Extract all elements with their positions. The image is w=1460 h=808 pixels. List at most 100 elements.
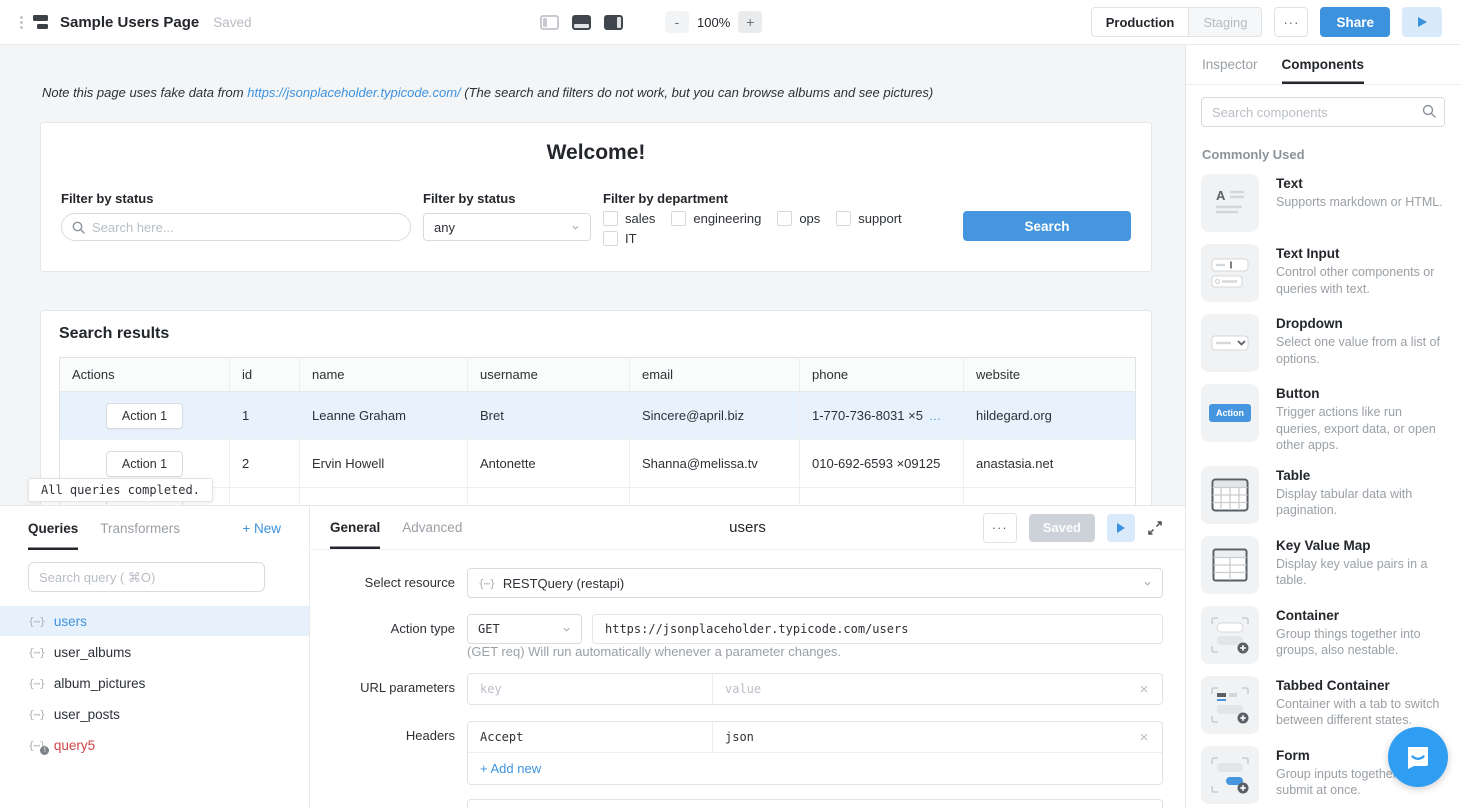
env-staging[interactable]: Staging bbox=[1189, 8, 1261, 36]
query-status-toast: All queries completed. bbox=[28, 478, 213, 502]
cell-email: Shanna@melissa.tv bbox=[630, 440, 800, 488]
tab-advanced[interactable]: Advanced bbox=[402, 506, 462, 549]
tab-queries[interactable]: Queries bbox=[28, 506, 78, 550]
table-row[interactable]: Action 1 1 Leanne Graham Bret Sincere@ap… bbox=[60, 392, 1136, 440]
query-item-query5[interactable]: {⋯}!query5 bbox=[0, 730, 309, 760]
component-text-input[interactable]: Text InputControl other components or qu… bbox=[1201, 244, 1446, 302]
env-production[interactable]: Production bbox=[1092, 8, 1190, 36]
row-action-button[interactable]: Action 1 bbox=[106, 451, 183, 477]
status-search-input[interactable] bbox=[92, 220, 400, 235]
query-item-user-albums[interactable]: {⋯}user_albums bbox=[0, 637, 309, 667]
checkbox-support[interactable]: support bbox=[836, 211, 901, 226]
add-new-header-button[interactable]: + Add new bbox=[480, 761, 541, 776]
components-search-input[interactable] bbox=[1201, 97, 1445, 127]
component-table[interactable]: TableDisplay tabular data with paginatio… bbox=[1201, 466, 1446, 524]
tab-inspector[interactable]: Inspector bbox=[1202, 45, 1258, 84]
query-more-button[interactable]: ··· bbox=[983, 513, 1017, 543]
form-component-icon bbox=[1201, 746, 1259, 804]
expand-icon[interactable] bbox=[1147, 520, 1163, 536]
search-button[interactable]: Search bbox=[963, 211, 1131, 241]
checkbox-ops[interactable]: ops bbox=[777, 211, 820, 226]
checkbox-icon[interactable] bbox=[671, 211, 686, 226]
chat-launcher-button[interactable] bbox=[1388, 727, 1448, 787]
remove-row-icon[interactable]: × bbox=[1126, 722, 1162, 752]
component-dropdown[interactable]: DropdownSelect one value from a list of … bbox=[1201, 314, 1446, 372]
svg-text:A: A bbox=[1216, 188, 1226, 203]
url-input[interactable] bbox=[592, 614, 1163, 644]
checkbox-it[interactable]: IT bbox=[603, 231, 637, 246]
right-sidebar: Inspector Components Commonly Used A Tex… bbox=[1185, 45, 1460, 808]
param-value-input[interactable] bbox=[713, 674, 1126, 704]
url-parameters-label: URL parameters bbox=[330, 673, 455, 695]
header-key-input[interactable] bbox=[468, 722, 712, 752]
tab-components[interactable]: Components bbox=[1282, 45, 1365, 84]
resource-dropdown[interactable]: {⋯} RESTQuery (restapi) bbox=[467, 568, 1163, 598]
select-resource-label: Select resource bbox=[330, 568, 455, 590]
col-id[interactable]: id bbox=[230, 358, 300, 392]
col-name[interactable]: name bbox=[300, 358, 468, 392]
checkbox-icon[interactable] bbox=[836, 211, 851, 226]
error-badge: ! bbox=[40, 746, 49, 755]
queries-panel: Queries Transformers + New {⋯}users {⋯}u… bbox=[0, 506, 310, 808]
cell-name: Leanne Graham bbox=[300, 392, 468, 440]
toggle-right-panel-icon[interactable] bbox=[604, 15, 623, 30]
drag-handle-icon[interactable] bbox=[20, 16, 23, 29]
cell-website: hildegard.org bbox=[964, 392, 1136, 440]
cell-website: anastasia.net bbox=[964, 440, 1136, 488]
preview-run-button[interactable] bbox=[1402, 7, 1442, 37]
param-key-input[interactable] bbox=[468, 674, 712, 704]
query-saved-button: Saved bbox=[1029, 514, 1095, 542]
tab-transformers[interactable]: Transformers bbox=[100, 506, 180, 550]
cell-overflow-ellipsis[interactable]: … bbox=[929, 409, 941, 423]
toggle-bottom-panel-icon[interactable] bbox=[572, 15, 591, 30]
col-actions[interactable]: Actions bbox=[60, 358, 230, 392]
query-search-input[interactable] bbox=[28, 562, 265, 592]
search-icon bbox=[1422, 104, 1436, 118]
save-status: Saved bbox=[213, 15, 251, 30]
query-editor: General Advanced users ··· Saved Select … bbox=[310, 506, 1185, 808]
remove-row-icon[interactable]: × bbox=[1126, 674, 1162, 704]
checkbox-engineering[interactable]: engineering bbox=[671, 211, 761, 226]
checkbox-icon[interactable] bbox=[603, 231, 618, 246]
note-link[interactable]: https://jsonplaceholder.typicode.com/ bbox=[247, 85, 460, 100]
status-dropdown[interactable]: any bbox=[423, 213, 591, 241]
app-title: Sample Users Page bbox=[60, 14, 199, 31]
cell-email: Sincere@april.biz bbox=[630, 392, 800, 440]
share-button[interactable]: Share bbox=[1320, 7, 1390, 37]
action-type-label: Action type bbox=[330, 614, 455, 636]
zoom-out-button[interactable]: - bbox=[665, 11, 689, 33]
checkbox-icon[interactable] bbox=[777, 211, 792, 226]
pages-icon[interactable] bbox=[33, 15, 50, 29]
component-container[interactable]: ContainerGroup things together into grou… bbox=[1201, 606, 1446, 664]
braces-icon: {⋯} bbox=[478, 577, 495, 590]
component-tabbed-container[interactable]: Tabbed ContainerContainer with a tab to … bbox=[1201, 676, 1446, 734]
component-text[interactable]: A TextSupports markdown or HTML. bbox=[1201, 174, 1446, 232]
query-item-user-posts[interactable]: {⋯}user_posts bbox=[0, 699, 309, 729]
zoom-in-button[interactable]: + bbox=[738, 11, 762, 33]
welcome-container: Welcome! Filter by status Filter by stat… bbox=[40, 122, 1152, 272]
header-value-input[interactable] bbox=[713, 722, 1126, 752]
col-email[interactable]: email bbox=[630, 358, 800, 392]
row-action-button[interactable]: Action 1 bbox=[106, 403, 183, 429]
status-search-field[interactable] bbox=[61, 213, 411, 241]
component-key-value-map[interactable]: Key Value MapDisplay key value pairs in … bbox=[1201, 536, 1446, 594]
checkbox-icon[interactable] bbox=[603, 211, 618, 226]
tab-general[interactable]: General bbox=[330, 506, 380, 549]
toggle-left-panel-icon[interactable] bbox=[540, 15, 559, 30]
table-row[interactable]: Action 1 2 Ervin Howell Antonette Shanna… bbox=[60, 440, 1136, 488]
query-item-users[interactable]: {⋯}users bbox=[0, 606, 309, 636]
query-run-button[interactable] bbox=[1107, 514, 1135, 542]
component-button[interactable]: Action ButtonTrigger actions like run qu… bbox=[1201, 384, 1446, 454]
search-icon bbox=[72, 221, 85, 234]
new-query-button[interactable]: + New bbox=[242, 521, 281, 536]
method-dropdown[interactable]: GET bbox=[467, 614, 582, 644]
col-username[interactable]: username bbox=[468, 358, 630, 392]
chat-icon bbox=[1404, 743, 1432, 771]
checkbox-sales[interactable]: sales bbox=[603, 211, 655, 226]
query-item-album-pictures[interactable]: {⋯}album_pictures bbox=[0, 668, 309, 698]
more-options-button[interactable]: ··· bbox=[1274, 7, 1308, 37]
commonly-used-label: Commonly Used bbox=[1202, 147, 1444, 162]
table-row[interactable]: Action 1 3 Clementine Bauch Samantha Nat… bbox=[60, 488, 1136, 506]
col-phone[interactable]: phone bbox=[800, 358, 964, 392]
col-website[interactable]: website bbox=[964, 358, 1136, 392]
